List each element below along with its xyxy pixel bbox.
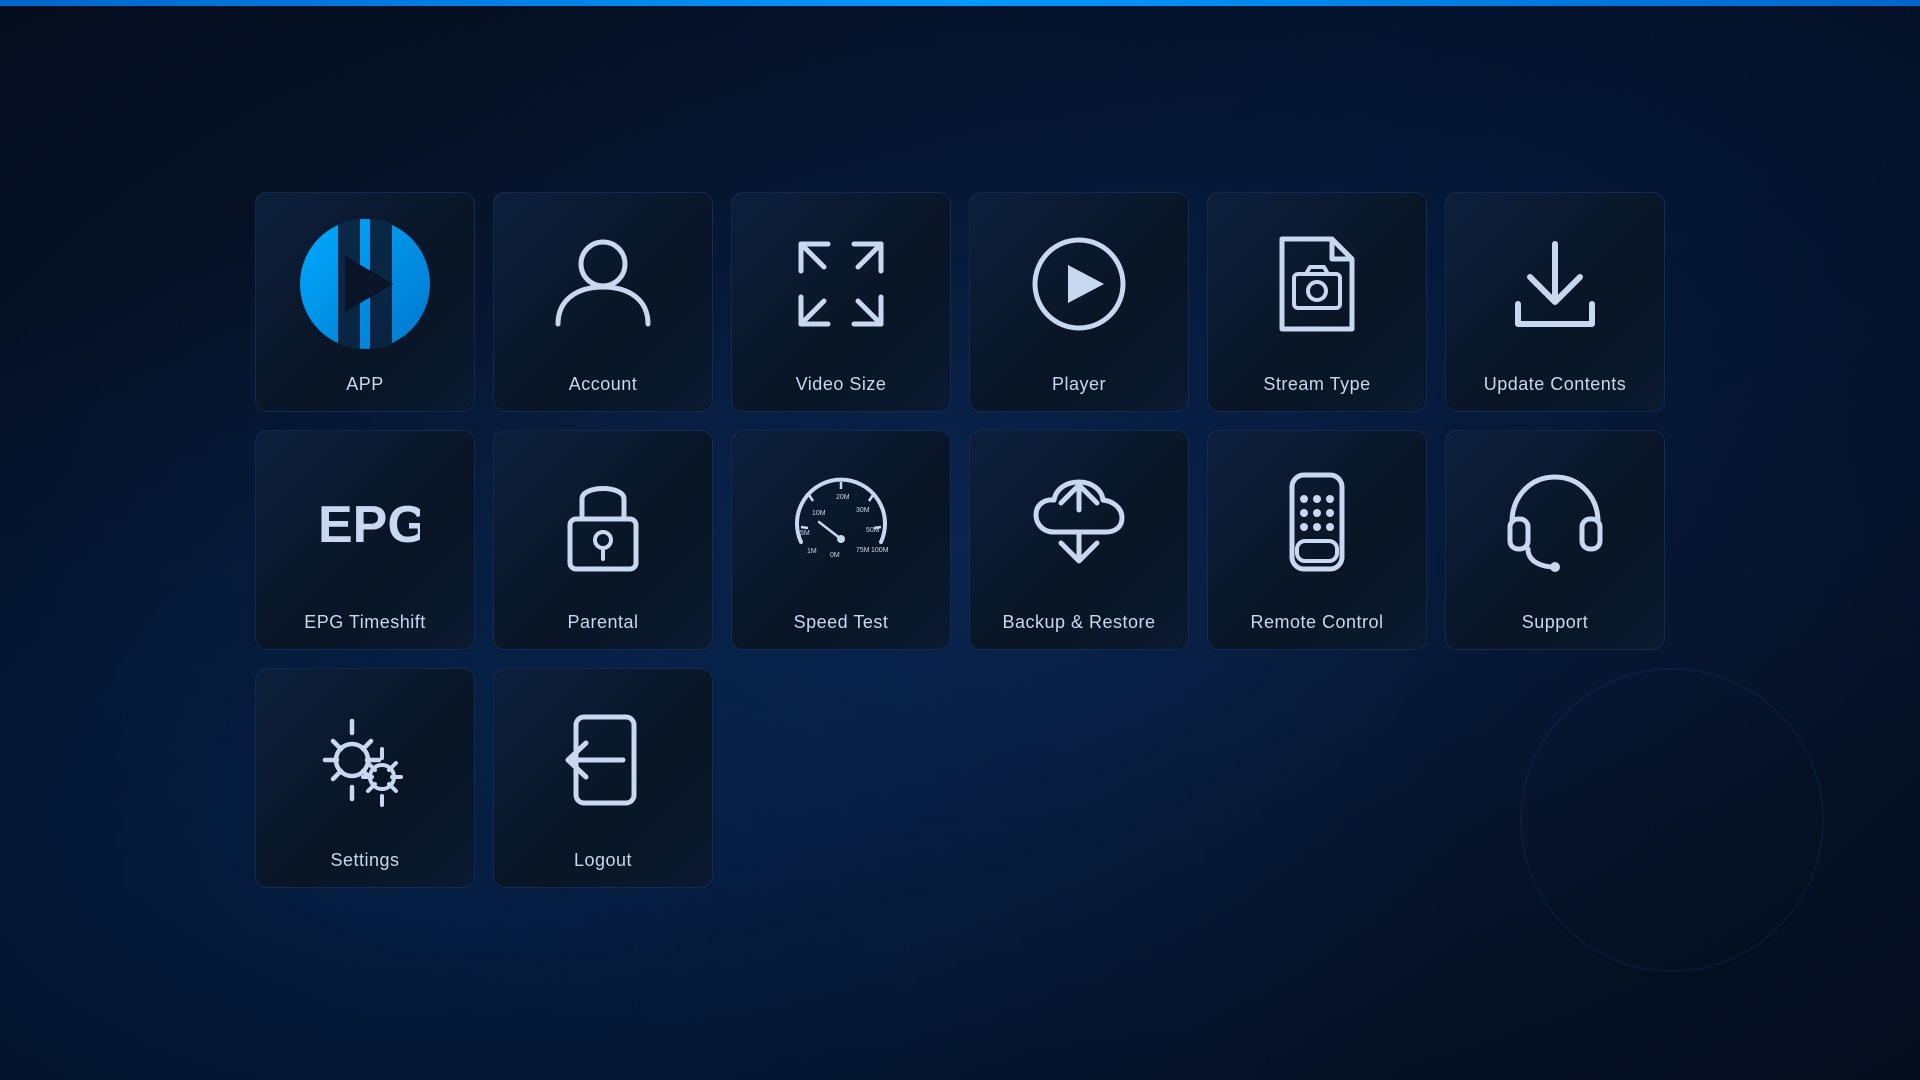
tile-speed-test[interactable]: 20M 30M 50M 75M 100M 10M 5M 1M 0M Speed … <box>731 430 951 650</box>
tile-stream-type-label: Stream Type <box>1263 374 1370 411</box>
tile-update-contents-label: Update Contents <box>1484 374 1627 411</box>
svg-text:50M: 50M <box>866 527 880 534</box>
tile-logout-label: Logout <box>574 850 632 887</box>
account-icon <box>494 193 712 374</box>
tile-logout[interactable]: Logout <box>493 668 713 888</box>
tile-support[interactable]: Support <box>1445 430 1665 650</box>
tile-player[interactable]: Player <box>969 192 1189 412</box>
logout-icon <box>494 669 712 850</box>
tile-update-contents[interactable]: Update Contents <box>1445 192 1665 412</box>
app-icon <box>256 193 474 374</box>
video-size-icon <box>732 193 950 374</box>
tile-app-label: APP <box>346 374 384 411</box>
tile-app[interactable]: APP <box>255 192 475 412</box>
tile-remote-control[interactable]: Remote Control <box>1207 430 1427 650</box>
tile-backup-restore[interactable]: Backup & Restore <box>969 430 1189 650</box>
stream-type-icon <box>1208 193 1426 374</box>
svg-text:0M: 0M <box>830 552 840 559</box>
settings-icon <box>256 669 474 850</box>
tile-account[interactable]: Account <box>493 192 713 412</box>
tile-speed-test-label: Speed Test <box>794 612 889 649</box>
tile-video-size-label: Video Size <box>796 374 887 411</box>
tile-support-label: Support <box>1522 612 1589 649</box>
epg-icon: EPG <box>256 431 474 612</box>
top-bar <box>0 0 1920 6</box>
tile-settings[interactable]: Settings <box>255 668 475 888</box>
tile-backup-restore-label: Backup & Restore <box>1002 612 1155 649</box>
tile-stream-type[interactable]: Stream Type <box>1207 192 1427 412</box>
tile-parental-label: Parental <box>567 612 638 649</box>
update-contents-icon <box>1446 193 1664 374</box>
tile-epg-label: EPG Timeshift <box>304 612 426 649</box>
speed-test-icon: 20M 30M 50M 75M 100M 10M 5M 1M 0M <box>732 431 950 612</box>
svg-text:10M: 10M <box>812 510 826 517</box>
svg-text:75M: 75M <box>856 547 870 554</box>
tile-remote-control-label: Remote Control <box>1250 612 1383 649</box>
backup-restore-icon <box>970 431 1188 612</box>
tile-settings-label: Settings <box>330 850 399 887</box>
tile-player-label: Player <box>1052 374 1106 411</box>
tile-video-size[interactable]: Video Size <box>731 192 951 412</box>
player-icon <box>970 193 1188 374</box>
empty-cell-1 <box>731 668 1665 888</box>
svg-text:1M: 1M <box>807 548 817 555</box>
parental-icon <box>494 431 712 612</box>
tile-account-label: Account <box>569 374 638 411</box>
svg-text:30M: 30M <box>856 507 870 514</box>
main-grid: APP Account <box>215 152 1705 928</box>
support-icon <box>1446 431 1664 612</box>
svg-text:20M: 20M <box>836 494 850 501</box>
svg-text:5M: 5M <box>800 530 810 537</box>
svg-text:EPG: EPG <box>318 496 420 554</box>
svg-text:100M: 100M <box>871 547 889 554</box>
tile-epg-timeshift[interactable]: EPG EPG Timeshift <box>255 430 475 650</box>
tile-parental[interactable]: Parental <box>493 430 713 650</box>
remote-control-icon <box>1208 431 1426 612</box>
